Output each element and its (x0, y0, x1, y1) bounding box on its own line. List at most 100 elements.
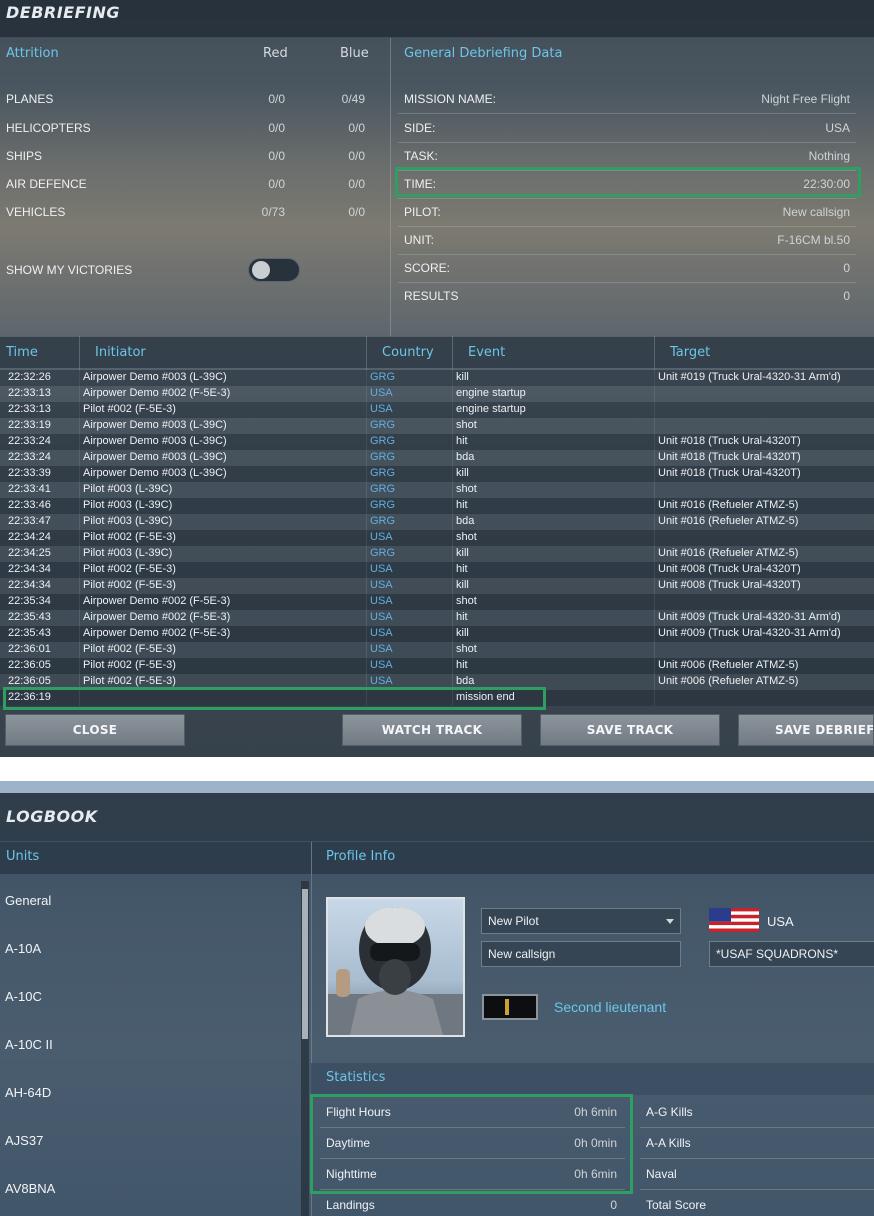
units-scrollbar[interactable] (301, 881, 309, 1216)
event-row[interactable]: 22:33:39 Airpower Demo #003 (L-39C) GRG kil… (0, 466, 874, 482)
unit-item-ajs37[interactable]: AJS37 (5, 1133, 43, 1148)
event-time: 22:33:19 (8, 419, 51, 431)
attrition-col-blue: Blue (340, 46, 369, 61)
chevron-down-icon (666, 919, 674, 924)
event-row[interactable]: 22:36:01 Pilot #002 (F-5E-3) USA shot (0, 642, 874, 658)
event-row[interactable]: 22:34:25 Pilot #003 (L-39C) GRG kill Unit #0… (0, 546, 874, 562)
show-my-victories-toggle[interactable] (248, 258, 300, 282)
col-initiator[interactable]: Initiator (95, 345, 146, 360)
event-row[interactable]: 22:33:24 Airpower Demo #003 (L-39C) GRG hit… (0, 434, 874, 450)
event-country: GRG (370, 435, 396, 447)
event-country: USA (370, 563, 393, 575)
events-list: 22:32:26 Airpower Demo #003 (L-39C) GRG kil… (0, 370, 874, 706)
event-country: USA (370, 387, 393, 399)
event-row[interactable]: 22:36:05 Pilot #002 (F-5E-3) USA hit Unit #0… (0, 658, 874, 674)
stat-ag-kills: A-G Kills (640, 1098, 874, 1128)
event-country: GRG (370, 451, 396, 463)
event-initiator: Airpower Demo #003 (L-39C) (83, 435, 227, 447)
event-time: 22:33:24 (8, 451, 51, 463)
event-time: 22:32:26 (8, 371, 51, 383)
save-track-button[interactable]: SAVE TRACK (540, 714, 720, 746)
event-row[interactable]: 22:32:26 Airpower Demo #003 (L-39C) GRG kil… (0, 370, 874, 386)
event-row[interactable]: 22:33:19 Airpower Demo #003 (L-39C) GRG sho… (0, 418, 874, 434)
col-event[interactable]: Event (468, 345, 505, 360)
rank-label: Second lieutenant (554, 999, 667, 1015)
event-initiator: Airpower Demo #002 (F-5E-3) (83, 595, 231, 607)
rank-insignia-icon (482, 994, 538, 1020)
event-row[interactable]: 22:33:41 Pilot #003 (L-39C) GRG shot (0, 482, 874, 498)
stat-aa-kills: A-A Kills (640, 1129, 874, 1159)
event-time: 22:35:43 (8, 627, 51, 639)
event-initiator: Pilot #002 (F-5E-3) (83, 563, 176, 575)
general-value: Night Free Flight (761, 92, 850, 106)
event-target: Unit #009 (Truck Ural-4320-31 Arm'd) (658, 611, 841, 623)
event-type: shot (456, 419, 477, 431)
event-type: kill (456, 467, 469, 479)
event-target: Unit #009 (Truck Ural-4320-31 Arm'd) (658, 627, 841, 639)
stat-label: A-A Kills (646, 1136, 691, 1150)
general-label: MISSION NAME: (404, 92, 497, 106)
general-value: New callsign (782, 205, 850, 219)
event-initiator: Airpower Demo #002 (F-5E-3) (83, 387, 231, 399)
event-type: shot (456, 643, 477, 655)
event-type: hit (456, 563, 468, 575)
attrition-label: AIR DEFENCE (6, 177, 87, 191)
unit-item-a-10a[interactable]: A-10A (5, 941, 41, 956)
close-button[interactable]: CLOSE (5, 714, 185, 746)
attrition-row-planes: PLANES 0/0 0/49 (0, 86, 389, 114)
col-target[interactable]: Target (670, 345, 710, 360)
watch-track-button[interactable]: WATCH TRACK (342, 714, 522, 746)
event-row[interactable]: 22:35:43 Airpower Demo #002 (F-5E-3) USA ki… (0, 626, 874, 642)
event-country: GRG (370, 419, 396, 431)
event-target: Unit #018 (Truck Ural-4320T) (658, 435, 801, 447)
panel-divider (390, 38, 391, 336)
general-debriefing-header: General Debriefing Data (404, 46, 563, 61)
event-time: 22:35:34 (8, 595, 51, 607)
event-row[interactable]: 22:33:47 Pilot #003 (L-39C) GRG bda Unit #01… (0, 514, 874, 530)
general-row-mission-name: MISSION NAME: Night Free Flight (398, 86, 856, 114)
pilot-avatar[interactable] (326, 897, 465, 1037)
event-target: Unit #008 (Truck Ural-4320T) (658, 563, 801, 575)
col-country[interactable]: Country (382, 345, 434, 360)
save-debriefing-button[interactable]: SAVE DEBRIEFING (738, 714, 874, 746)
stat-value: 0 (610, 1198, 617, 1212)
unit-item-general[interactable]: General (5, 893, 51, 908)
units-header: Units (6, 849, 40, 864)
attrition-blue-value: 0/0 (348, 177, 365, 191)
event-target: Unit #006 (Refueler ATMZ-5) (658, 675, 799, 687)
attrition-row-vehicles: VEHICLES 0/73 0/0 (0, 199, 389, 227)
profile-info-header: Profile Info (326, 849, 396, 864)
debriefing-titlebar: DEBRIEFING (0, 0, 874, 38)
event-row[interactable]: 22:33:46 Pilot #003 (L-39C) GRG hit Unit #01… (0, 498, 874, 514)
event-initiator: Pilot #003 (L-39C) (83, 483, 173, 495)
unit-item-a-10c[interactable]: A-10C (5, 989, 42, 1004)
event-row[interactable]: 22:34:34 Pilot #002 (F-5E-3) USA kill Unit #… (0, 578, 874, 594)
squadron-field[interactable]: *USAF SQUADRONS* (709, 941, 874, 967)
event-row[interactable]: 22:35:34 Airpower Demo #002 (F-5E-3) USA sh… (0, 594, 874, 610)
event-time: 22:34:34 (8, 579, 51, 591)
event-initiator: Pilot #002 (F-5E-3) (83, 643, 176, 655)
event-country: USA (370, 675, 393, 687)
scrollbar-thumb[interactable] (302, 889, 308, 1039)
pilot-select-dropdown[interactable]: New Pilot (481, 908, 681, 934)
event-country: USA (370, 643, 393, 655)
event-row[interactable]: 22:33:13 Pilot #002 (F-5E-3) USA engine sta… (0, 402, 874, 418)
event-target: Unit #019 (Truck Ural-4320-31 Arm'd) (658, 371, 841, 383)
callsign-field[interactable]: New callsign (481, 941, 681, 967)
event-row[interactable]: 22:33:24 Airpower Demo #003 (L-39C) GRG bda… (0, 450, 874, 466)
unit-item-a-10c-ii[interactable]: A-10C II (5, 1037, 53, 1052)
event-row[interactable]: 22:35:43 Airpower Demo #002 (F-5E-3) USA hi… (0, 610, 874, 626)
unit-item-ah-64d[interactable]: AH-64D (5, 1085, 51, 1100)
event-time: 22:33:41 (8, 483, 51, 495)
unit-item-av8bna[interactable]: AV8BNA (5, 1181, 55, 1196)
col-time[interactable]: Time (6, 345, 38, 360)
event-type: kill (456, 579, 469, 591)
attrition-red-value: 0/73 (261, 205, 285, 219)
event-target: Unit #008 (Truck Ural-4320T) (658, 579, 801, 591)
event-row[interactable]: 22:34:24 Pilot #002 (F-5E-3) USA shot (0, 530, 874, 546)
event-row[interactable]: 22:33:13 Airpower Demo #002 (F-5E-3) USA en… (0, 386, 874, 402)
event-type: kill (456, 547, 469, 559)
event-type: shot (456, 483, 477, 495)
general-row-pilot: PILOT: New callsign (398, 199, 856, 227)
event-row[interactable]: 22:34:34 Pilot #002 (F-5E-3) USA hit Unit #0… (0, 562, 874, 578)
